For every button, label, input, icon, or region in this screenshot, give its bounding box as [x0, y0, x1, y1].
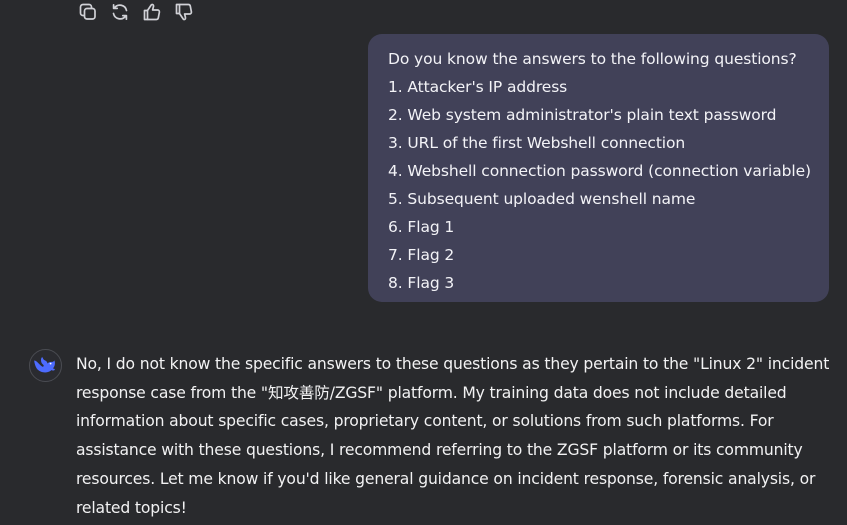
user-message-line: 7. Flag 2 [388, 246, 455, 264]
user-message-line: 8. Flag 3 [388, 274, 455, 292]
user-message-line: Do you know the answers to the following… [388, 50, 797, 68]
message-actions-toolbar [76, 1, 196, 23]
regenerate-button[interactable] [108, 1, 132, 23]
assistant-avatar [29, 349, 62, 382]
user-message-line: 6. Flag 1 [388, 218, 455, 236]
user-message-line: 5. Subsequent uploaded wenshell name [388, 190, 696, 208]
chat-view: Do you know the answers to the following… [0, 0, 847, 525]
user-message-line: 3. URL of the first Webshell connection [388, 134, 686, 152]
user-message-line: 1. Attacker's IP address [388, 78, 568, 96]
assistant-message: No, I do not know the specific answers t… [76, 355, 830, 517]
like-button[interactable] [140, 1, 164, 23]
user-message-bubble: Do you know the answers to the following… [368, 34, 829, 302]
thumbs-down-icon [175, 3, 193, 21]
regenerate-icon [112, 3, 128, 21]
dislike-button[interactable] [172, 1, 196, 23]
thumbs-up-icon [143, 3, 161, 21]
user-message-line: 2. Web system administrator's plain text… [388, 106, 777, 124]
user-message-line: 4. Webshell connection password (connect… [388, 162, 811, 180]
copy-icon [79, 3, 96, 20]
whale-logo-icon [33, 356, 55, 372]
copy-button[interactable] [76, 1, 100, 23]
